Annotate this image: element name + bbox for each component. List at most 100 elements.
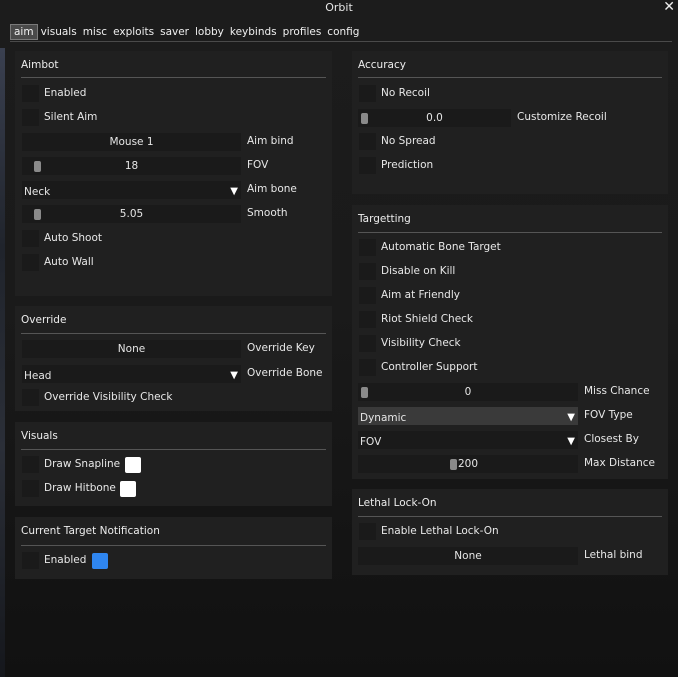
notification-color-swatch[interactable] <box>92 553 108 569</box>
max-distance-slider[interactable]: 200 <box>358 455 578 473</box>
targetting-panel: Targetting Automatic Bone Target Disable… <box>352 205 668 479</box>
automatic-bone-label: Automatic Bone Target <box>381 241 501 253</box>
smooth-value: 5.05 <box>119 208 144 220</box>
tab-keybinds[interactable]: keybinds <box>227 24 280 40</box>
aim-at-friendly-checkbox[interactable] <box>359 287 376 304</box>
tab-aim[interactable]: aim <box>10 24 38 40</box>
window-title: Orbit <box>0 0 678 16</box>
aimbot-enabled-checkbox[interactable] <box>22 85 39 102</box>
chevron-down-icon: ▼ <box>567 412 575 423</box>
visuals-panel: Visuals Draw Snapline Draw Hitbone <box>15 422 332 506</box>
auto-wall-checkbox[interactable] <box>22 254 39 271</box>
prediction-row: Prediction <box>352 157 668 175</box>
fov-value: 18 <box>124 160 139 172</box>
recoil-slider[interactable]: 0.0 <box>358 109 511 127</box>
recoil-value: 0.0 <box>426 112 443 124</box>
override-bone-dropdown[interactable]: Head ▼ <box>22 365 241 383</box>
snapline-color-swatch[interactable] <box>125 457 141 473</box>
disable-on-kill-checkbox[interactable] <box>359 263 376 280</box>
draw-snapline-row: Draw Snapline <box>15 456 332 474</box>
fov-type-row: Dynamic ▼ FOV Type <box>352 407 668 425</box>
controller-support-checkbox[interactable] <box>359 359 376 376</box>
tab-misc[interactable]: misc <box>80 24 110 40</box>
auto-shoot-row: Auto Shoot <box>15 230 332 248</box>
override-divider <box>21 333 326 334</box>
recoil-label: Customize Recoil <box>517 111 607 123</box>
fov-slider[interactable]: 18 <box>22 157 241 175</box>
window-title-text: Orbit <box>325 1 353 14</box>
tab-lobby[interactable]: lobby <box>192 24 227 40</box>
aimbot-enabled-row: Enabled <box>15 85 332 103</box>
hitbone-color-swatch[interactable] <box>120 481 136 497</box>
close-icon[interactable]: ✕ <box>663 0 675 15</box>
visibility-check-checkbox[interactable] <box>359 335 376 352</box>
tab-divider <box>10 41 672 42</box>
override-bone-row: Head ▼ Override Bone <box>15 365 332 383</box>
riot-shield-checkbox[interactable] <box>359 311 376 328</box>
auto-wall-row: Auto Wall <box>15 254 332 272</box>
override-key-button[interactable]: None <box>22 340 241 358</box>
targetting-title: Targetting <box>358 213 411 225</box>
tab-saver[interactable]: saver <box>157 24 192 40</box>
smooth-label: Smooth <box>247 207 288 219</box>
aim-bind-button[interactable]: Mouse 1 <box>22 133 241 151</box>
accuracy-title: Accuracy <box>358 59 406 71</box>
notification-divider <box>21 545 326 546</box>
auto-shoot-checkbox[interactable] <box>22 230 39 247</box>
fov-row: 18 FOV <box>15 157 332 175</box>
tab-exploits[interactable]: exploits <box>110 24 157 40</box>
aim-bone-row: Neck ▼ Aim bone <box>15 181 332 199</box>
miss-chance-knob[interactable] <box>361 387 368 398</box>
smooth-slider-knob[interactable] <box>34 209 41 220</box>
lethal-enable-checkbox[interactable] <box>359 523 376 540</box>
aim-bind-row: Mouse 1 Aim bind <box>15 133 332 151</box>
draw-hitbone-checkbox[interactable] <box>22 480 39 497</box>
smooth-row: 5.05 Smooth <box>15 205 332 223</box>
targetting-item: Visibility Check <box>352 335 668 353</box>
no-recoil-checkbox[interactable] <box>359 85 376 102</box>
lethal-bind-label: Lethal bind <box>584 549 643 561</box>
tab-visuals[interactable]: visuals <box>38 24 80 40</box>
notification-enabled-label: Enabled <box>44 554 87 566</box>
lethal-divider <box>358 516 662 517</box>
miss-chance-row: 0 Miss Chance <box>352 383 668 401</box>
closest-by-dropdown[interactable]: FOV ▼ <box>358 431 578 449</box>
no-spread-checkbox[interactable] <box>359 133 376 150</box>
tab-config[interactable]: config <box>324 24 362 40</box>
override-bone-value: Head <box>24 370 52 382</box>
max-distance-knob[interactable] <box>450 459 457 470</box>
notification-enabled-checkbox[interactable] <box>22 552 39 569</box>
smooth-slider[interactable]: 5.05 <box>22 205 241 223</box>
prediction-checkbox[interactable] <box>359 157 376 174</box>
fov-type-dropdown[interactable]: Dynamic ▼ <box>358 407 578 425</box>
override-visibility-checkbox[interactable] <box>22 389 39 406</box>
override-panel: Override None Override Key Head ▼ Overri… <box>15 306 332 411</box>
app-window: Orbit ✕ aim visuals misc exploits saver … <box>0 0 678 677</box>
aimbot-panel: Aimbot Enabled Silent Aim Mouse 1 Aim bi… <box>15 51 332 296</box>
tab-bar: aim visuals misc exploits saver lobby ke… <box>10 24 362 41</box>
fov-slider-knob[interactable] <box>34 161 41 172</box>
miss-chance-slider[interactable]: 0 <box>358 383 578 401</box>
automatic-bone-checkbox[interactable] <box>359 239 376 256</box>
lethal-bind-button[interactable]: None <box>358 547 578 565</box>
silent-aim-checkbox[interactable] <box>22 109 39 126</box>
aim-bone-dropdown[interactable]: Neck ▼ <box>22 181 241 199</box>
max-distance-label: Max Distance <box>584 457 655 469</box>
silent-aim-label: Silent Aim <box>44 111 98 123</box>
recoil-slider-knob[interactable] <box>361 113 368 124</box>
targetting-item: Disable on Kill <box>352 263 668 281</box>
lethal-title: Lethal Lock-On <box>358 497 437 509</box>
draw-snapline-checkbox[interactable] <box>22 456 39 473</box>
lethal-bind-row: None Lethal bind <box>352 547 668 565</box>
override-key-row: None Override Key <box>15 340 332 358</box>
override-bone-label: Override Bone <box>247 367 323 379</box>
aim-bone-value: Neck <box>24 186 51 198</box>
tab-profiles[interactable]: profiles <box>280 24 325 40</box>
no-spread-label: No Spread <box>381 135 436 147</box>
max-distance-value: 200 <box>457 458 479 470</box>
notification-panel: Current Target Notification Enabled <box>15 517 332 579</box>
draw-hitbone-row: Draw Hitbone <box>15 480 332 498</box>
targetting-item: Riot Shield Check <box>352 311 668 329</box>
auto-wall-label: Auto Wall <box>44 256 94 268</box>
miss-chance-label: Miss Chance <box>584 385 650 397</box>
